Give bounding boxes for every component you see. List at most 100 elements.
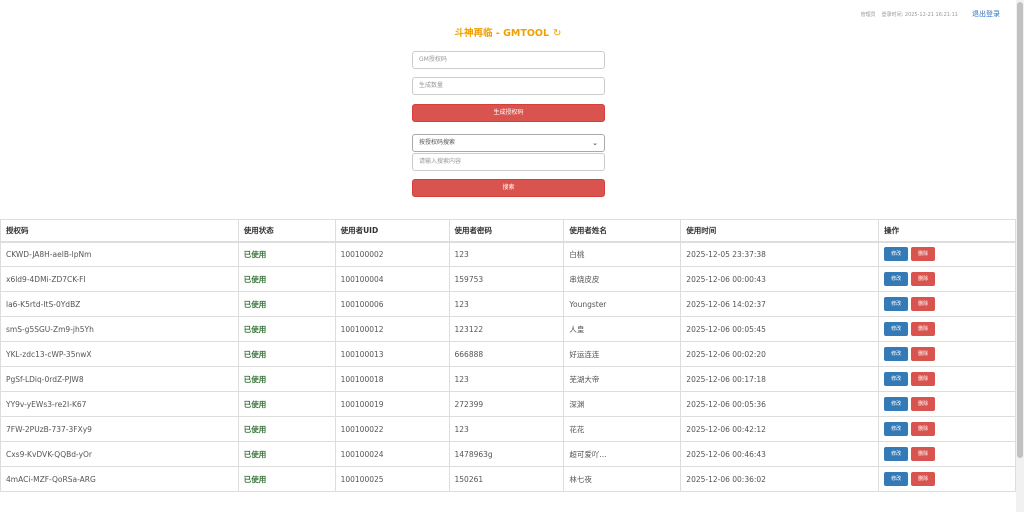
col-header: 使用者UID <box>334 219 450 243</box>
delete-button[interactable]: 删除 <box>911 397 936 411</box>
user-label: 管理员 <box>860 11 876 18</box>
top-bar: 管理员 登录时间: 2025-12-21 16:21:11 退出登录 <box>861 9 1000 19</box>
scrollbar-thumb[interactable] <box>1017 2 1023 458</box>
cell-status: 已使用 <box>237 441 336 467</box>
cell-time: 2025-12-06 14:02:37 <box>680 291 880 317</box>
table-row: Cxs9-KvDVK-QQBd-yOr 已使用 100100024 1478963g 超… <box>0 441 1016 467</box>
login-time: 登录时间: 2025-12-21 16:21:11 <box>881 11 958 18</box>
cell-password: 1478963g <box>448 441 565 467</box>
col-header: 使用者密码 <box>448 219 565 243</box>
delete-button[interactable]: 删除 <box>911 272 936 286</box>
cell-code: Cxs9-KvDVK-QQBd-yOr <box>0 441 239 467</box>
cell-time: 2025-12-06 00:36:02 <box>680 466 880 492</box>
refresh-icon[interactable]: ↻ <box>553 28 561 39</box>
cell-uid: 100100006 <box>334 291 450 317</box>
cell-time: 2025-12-06 00:46:43 <box>680 441 880 467</box>
cell-uid: 100100024 <box>334 441 450 467</box>
chevron-down-icon: ⌄ <box>592 139 598 147</box>
table-row: la6-K5rtd-ItS-0YdBZ 已使用 100100006 123 Youngs… <box>0 291 1016 317</box>
cell-code: 7FW-2PUzB-737-3FXy9 <box>0 416 239 442</box>
table-header-row: 授权码 使用状态 使用者UID 使用者密码 使用者姓名 使用时间 操作 <box>0 219 1016 243</box>
cell-code: 4mACi-MZF-QoRSa-ARG <box>0 466 239 492</box>
cell-code: PgSf-LDiq-0rdZ-PJW8 <box>0 366 239 392</box>
cell-actions: 修改 删除 <box>878 466 1016 492</box>
table-row: PgSf-LDiq-0rdZ-PJW8 已使用 100100018 123 芜湖大帝 20… <box>0 366 1016 392</box>
cell-status: 已使用 <box>237 241 336 267</box>
cell-time: 2025-12-06 00:05:36 <box>680 391 880 417</box>
edit-button[interactable]: 修改 <box>884 297 909 311</box>
cell-name: 超可爱吖... <box>563 441 682 467</box>
cell-actions: 修改 删除 <box>878 266 1016 292</box>
cell-name: 花花 <box>563 416 682 442</box>
delete-button[interactable]: 删除 <box>911 372 936 386</box>
edit-button[interactable]: 修改 <box>884 272 909 286</box>
cell-password: 159753 <box>448 266 565 292</box>
cell-actions: 修改 删除 <box>878 391 1016 417</box>
cell-actions: 修改 删除 <box>878 341 1016 367</box>
quantity-input[interactable]: 生成数量 <box>412 77 605 95</box>
edit-button[interactable]: 修改 <box>884 472 909 486</box>
search-type-select[interactable]: 按授权码搜索 ⌄ <box>412 134 605 152</box>
cell-status: 已使用 <box>237 266 336 292</box>
cell-status: 已使用 <box>237 366 336 392</box>
table-row: YKL-zdc13-cWP-35nwX 已使用 100100013 666888 好运连… <box>0 341 1016 367</box>
delete-button[interactable]: 删除 <box>911 472 936 486</box>
table-row: 4mACi-MZF-QoRSa-ARG 已使用 100100025 150261 林七夜… <box>0 466 1016 492</box>
cell-uid: 100100025 <box>334 466 450 492</box>
cell-code: la6-K5rtd-ItS-0YdBZ <box>0 291 239 317</box>
delete-button[interactable]: 删除 <box>911 322 936 336</box>
edit-button[interactable]: 修改 <box>884 322 909 336</box>
col-header: 操作 <box>878 219 1016 243</box>
cell-code: x6ld9-4DMi-ZD7CK-FI <box>0 266 239 292</box>
cell-name: 白桃 <box>563 241 682 267</box>
delete-button[interactable]: 删除 <box>911 297 936 311</box>
page-title-text: 斗神再临 - GMTOOL <box>454 28 550 39</box>
cell-name: 芜湖大帝 <box>563 366 682 392</box>
cell-status: 已使用 <box>237 416 336 442</box>
page-title: 斗神再临 - GMTOOL ↻ <box>0 25 1016 39</box>
edit-button[interactable]: 修改 <box>884 422 909 436</box>
cell-actions: 修改 删除 <box>878 366 1016 392</box>
cell-code: YY9v-yEWs3-re2I-K67 <box>0 391 239 417</box>
search-type-row: 按授权码搜索 ⌄ <box>412 134 605 152</box>
cell-uid: 100100019 <box>334 391 450 417</box>
delete-button[interactable]: 删除 <box>911 447 936 461</box>
cell-status: 已使用 <box>237 466 336 492</box>
cell-name: 人皇 <box>563 316 682 342</box>
table-row: 7FW-2PUzB-737-3FXy9 已使用 100100022 123 花花 2025… <box>0 416 1016 442</box>
edit-button[interactable]: 修改 <box>884 397 909 411</box>
edit-button[interactable]: 修改 <box>884 247 909 262</box>
cell-name: Youngster <box>563 291 682 317</box>
delete-button[interactable]: 删除 <box>911 422 936 436</box>
cell-time: 2025-12-06 00:17:18 <box>680 366 880 392</box>
edit-button[interactable]: 修改 <box>884 447 909 461</box>
table-row: CKWD-JA8H-aelB-lpNm 已使用 100100002 123 白桃 2025… <box>0 241 1016 267</box>
search-input[interactable]: 请输入搜索内容 <box>412 153 605 171</box>
edit-button[interactable]: 修改 <box>884 372 909 386</box>
table-body: CKWD-JA8H-aelB-lpNm 已使用 100100002 123 白桃 2025… <box>0 241 1016 492</box>
cell-actions: 修改 删除 <box>878 291 1016 317</box>
cell-status: 已使用 <box>237 341 336 367</box>
edit-button[interactable]: 修改 <box>884 347 909 361</box>
search-button[interactable]: 搜索 <box>412 179 605 197</box>
delete-button[interactable]: 删除 <box>911 347 936 361</box>
cell-actions: 修改 删除 <box>878 441 1016 467</box>
table-row: smS-g5SGU-Zm9-jh5Yh 已使用 100100012 123122 人皇 2… <box>0 316 1016 342</box>
search-input-row: 请输入搜索内容 <box>412 153 605 171</box>
cell-name: 串烧皮皮 <box>563 266 682 292</box>
cell-code: CKWD-JA8H-aelB-lpNm <box>0 241 239 267</box>
cell-password: 123 <box>448 291 565 317</box>
auth-code-input[interactable]: GM授权码 <box>412 51 605 69</box>
cell-uid: 100100012 <box>334 316 450 342</box>
cell-code: smS-g5SGU-Zm9-jh5Yh <box>0 316 239 342</box>
quantity-row: 生成数量 <box>412 77 605 95</box>
scrollbar[interactable] <box>1016 0 1024 512</box>
logout-link[interactable]: 退出登录 <box>972 9 1000 19</box>
cell-status: 已使用 <box>237 316 336 342</box>
generate-button[interactable]: 生成授权码 <box>412 104 605 122</box>
page: 管理员 登录时间: 2025-12-21 16:21:11 退出登录 斗神再临 … <box>0 0 1016 512</box>
cell-actions: 修改 删除 <box>878 316 1016 342</box>
delete-button[interactable]: 删除 <box>911 247 936 262</box>
table-row: x6ld9-4DMi-ZD7CK-FI 已使用 100100004 159753 串烧皮… <box>0 266 1016 292</box>
cell-time: 2025-12-06 00:02:20 <box>680 341 880 367</box>
